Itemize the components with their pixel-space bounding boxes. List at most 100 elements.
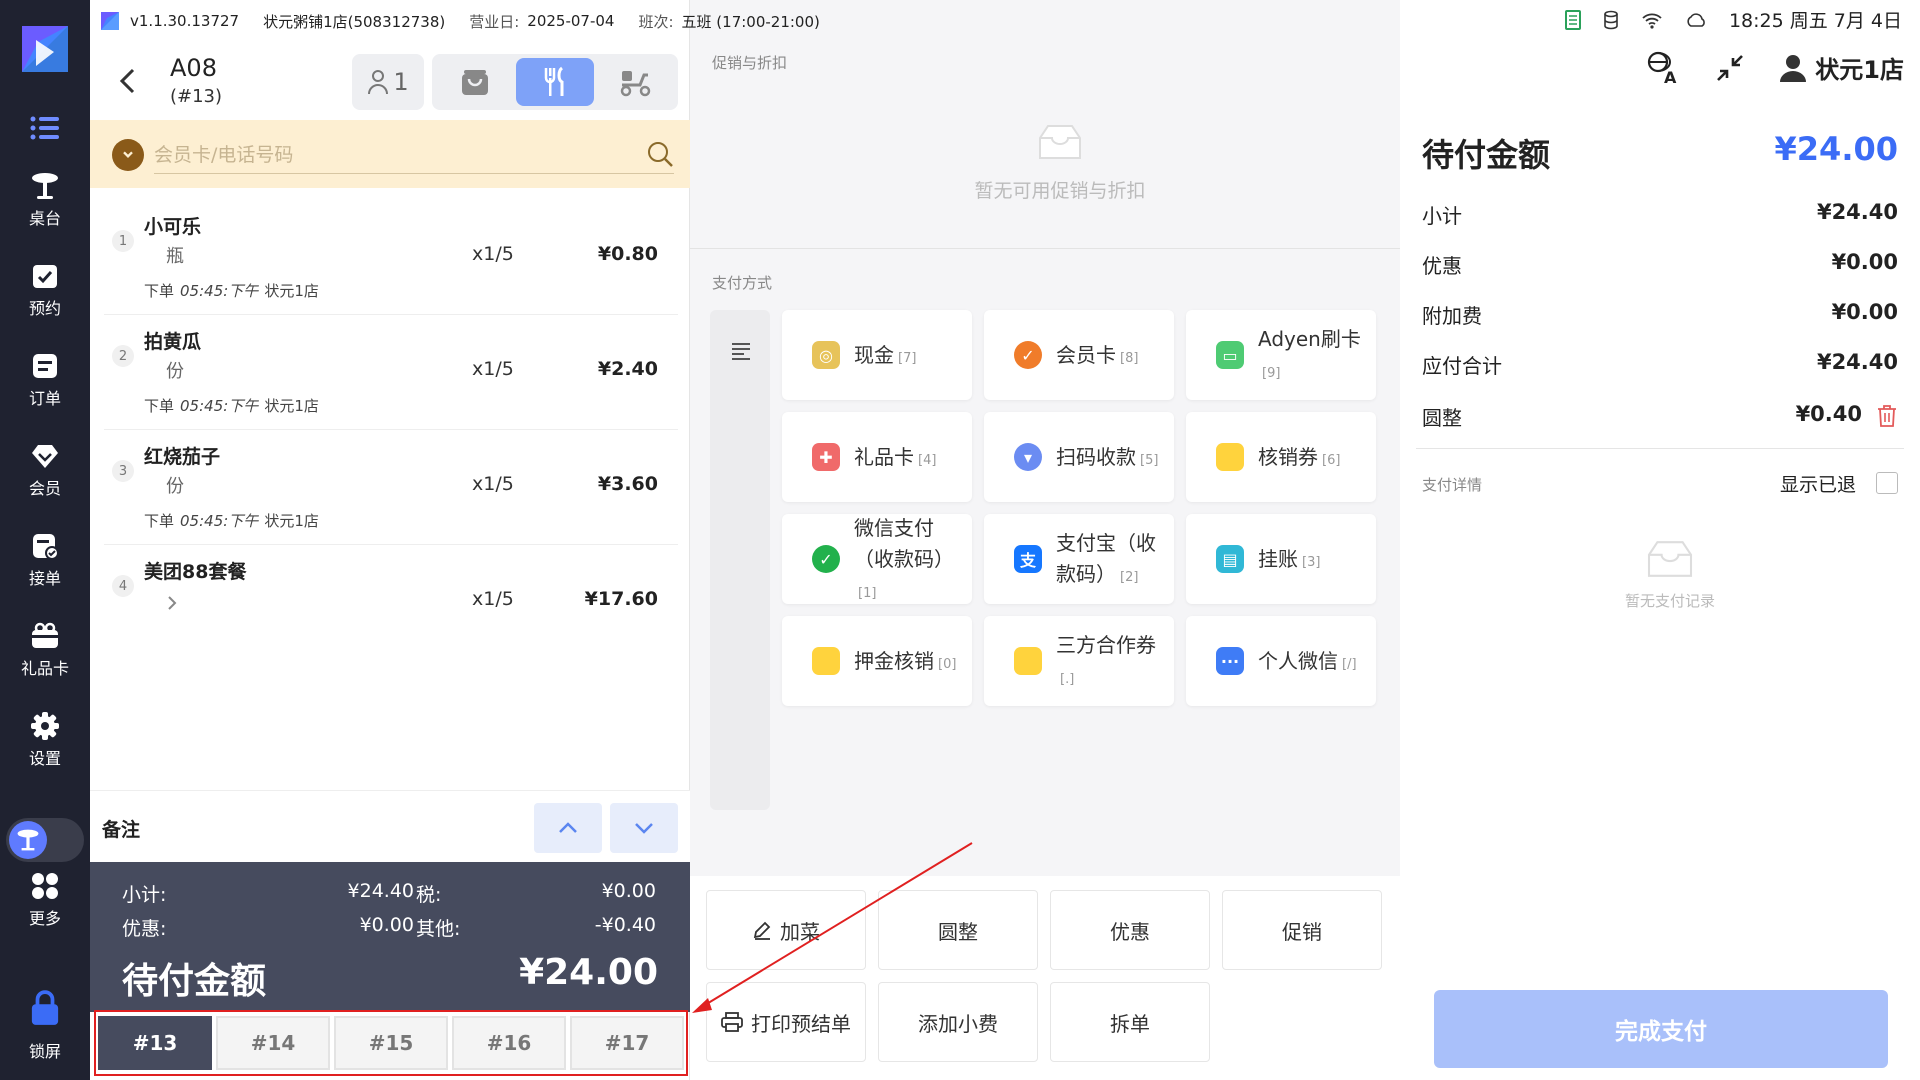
- order-item[interactable]: 1 小可乐 瓶 x1/5 ¥0.80 下单 05:45:下午 状元1店: [104, 200, 678, 315]
- item-quantity: x1/5: [472, 588, 514, 610]
- pay-credit-account-button[interactable]: ▤ 挂账 [3]: [1186, 514, 1376, 604]
- pay-voucher-button[interactable]: 核销券 [6]: [1186, 412, 1376, 502]
- sidebar-label: 设置: [28, 749, 61, 768]
- pay-scan-code-button[interactable]: ▾ 扫码收款 [5]: [984, 412, 1174, 502]
- check-tab-16[interactable]: #16: [452, 1016, 566, 1070]
- sidebar-label: 更多: [28, 909, 61, 928]
- status-bar: v1.1.30.13727 状元粥铺1店(508312738) 营业日: 202…: [90, 0, 1400, 42]
- table-name: A08: [170, 54, 217, 82]
- item-price: ¥0.80: [597, 243, 658, 265]
- mode-toggle[interactable]: [6, 818, 1426, 862]
- back-arrow-icon[interactable]: [116, 66, 140, 96]
- business-day-label: 营业日:: [469, 12, 520, 31]
- payment-details-header: 支付详情 显示已退: [1422, 472, 1898, 496]
- pay-adyen-card-button[interactable]: ▭ Adyen刷卡[9]: [1186, 310, 1376, 400]
- payment-summary-panel: 18:25 周五 7月 4日 A 状元1店 待付金额 ¥24.00 小计 ¥24.…: [1400, 0, 1920, 1080]
- member-badge-icon: [112, 139, 144, 171]
- sidebar-item-tables[interactable]: 桌台: [0, 160, 90, 240]
- sidebar-item-accept-orders[interactable]: 接单: [0, 520, 90, 600]
- discount-button[interactable]: 优惠: [1050, 890, 1210, 970]
- tax-label: 税:: [416, 884, 442, 906]
- add-dish-button[interactable]: 加菜: [706, 890, 866, 970]
- item-index: 4: [112, 575, 134, 597]
- pay-personal-wechat-button[interactable]: ··· 个人微信 [/]: [1186, 616, 1376, 706]
- check-tab-14[interactable]: #14: [216, 1016, 330, 1070]
- pay-deposit-button[interactable]: 押金核销 [0]: [782, 616, 972, 706]
- app-version: v1.1.30.13727: [130, 12, 240, 30]
- order-item[interactable]: 2 拍黄瓜 份 x1/5 ¥2.40 下单 05:45:下午 状元1店: [104, 315, 678, 430]
- add-tip-button[interactable]: 添加小费: [878, 982, 1038, 1062]
- collapse-icon[interactable]: [1715, 53, 1745, 83]
- check-tab-17[interactable]: #17: [570, 1016, 684, 1070]
- sidebar-item-orders[interactable]: 订单: [0, 340, 90, 420]
- member-search-input[interactable]: [154, 136, 674, 174]
- guests-button[interactable]: 1: [352, 54, 424, 110]
- scroll-up-button[interactable]: [534, 803, 602, 853]
- chevron-right-icon[interactable]: [162, 593, 182, 613]
- credit-card-icon: ▭: [1216, 341, 1244, 369]
- check-number: (#13): [170, 86, 223, 107]
- takeaway-mode-button[interactable]: [436, 58, 514, 106]
- order-item[interactable]: 3 红烧茄子 份 x1/5 ¥3.60 下单 05:45:下午 状元1店: [104, 430, 678, 545]
- sidebar-item-lock[interactable]: 锁屏: [0, 980, 90, 1070]
- chevron-down-icon: [635, 823, 653, 834]
- print-prebill-button[interactable]: 打印预结单: [706, 982, 866, 1062]
- member-icon: [30, 441, 60, 471]
- person-icon: [368, 70, 389, 95]
- pay-gift-card-button[interactable]: ✚ 礼品卡 [4]: [782, 412, 972, 502]
- grid-icon: [30, 871, 60, 901]
- scan-icon: ▾: [1014, 443, 1042, 471]
- trash-icon[interactable]: [1876, 404, 1898, 428]
- order-item-list: 1 小可乐 瓶 x1/5 ¥0.80 下单 05:45:下午 状元1店 2 拍黄瓜 …: [90, 200, 690, 660]
- search-icon[interactable]: [646, 140, 674, 168]
- gift-icon: ✚: [812, 443, 840, 471]
- complete-payment-button[interactable]: 完成支付: [1434, 990, 1888, 1068]
- payment-category-menu[interactable]: [710, 310, 770, 810]
- sidebar-item-more[interactable]: 更多: [0, 860, 90, 940]
- delivery-mode-button[interactable]: [596, 58, 674, 106]
- database-icon: [1604, 10, 1618, 29]
- sidebar-item-gift-cards[interactable]: 礼品卡: [0, 610, 90, 690]
- ledger-icon: ▤: [1216, 545, 1244, 573]
- shift: 五班 (17:00-21:00): [681, 12, 820, 31]
- dining-mode-group: [432, 54, 678, 110]
- item-unit: 瓶: [166, 246, 184, 267]
- discount-row: 优惠 ¥0.00: [1422, 250, 1898, 278]
- sidebar-item-reservation[interactable]: 预约: [0, 250, 90, 330]
- item-meta: 下单 05:45:下午 状元1店: [144, 397, 319, 415]
- no-payment-records-text: 暂无支付记录: [1624, 592, 1715, 610]
- promotion-button[interactable]: 促销: [1222, 890, 1382, 970]
- check-tab-13[interactable]: #13: [98, 1016, 212, 1070]
- bag-icon: [462, 70, 488, 95]
- pay-cash-button[interactable]: ◎ 现金 [7]: [782, 310, 972, 400]
- item-quantity: x1/5: [472, 473, 514, 495]
- item-quantity: x1/5: [472, 243, 514, 265]
- sidebar-item-members[interactable]: 会员: [0, 430, 90, 510]
- item-price: ¥2.40: [597, 358, 658, 380]
- member-card-icon: ✓: [1014, 341, 1042, 369]
- empty-box-icon: [1647, 541, 1693, 577]
- sidebar-item-settings[interactable]: 设置: [0, 700, 90, 780]
- check-tab-15[interactable]: #15: [334, 1016, 448, 1070]
- rounding-button[interactable]: 圆整: [878, 890, 1038, 970]
- subtotal-row: 小计 ¥24.40: [1422, 200, 1898, 228]
- order-item[interactable]: 4 美团88套餐 x1/5 ¥17.60: [104, 545, 678, 660]
- split-bill-button[interactable]: 拆单: [1050, 982, 1210, 1062]
- accept-order-icon: [30, 531, 60, 561]
- show-refunded-checkbox[interactable]: [1876, 472, 1898, 494]
- scroll-down-button[interactable]: [610, 803, 678, 853]
- user-icon: [1780, 54, 1807, 82]
- business-day: 2025-07-04: [527, 12, 615, 30]
- sim-icon: [1564, 9, 1581, 30]
- pay-third-party-voucher-button[interactable]: 三方合作券[.]: [984, 616, 1174, 706]
- pay-wechat-button[interactable]: ✓ 微信支付（收款码）[1]: [782, 514, 972, 604]
- item-name: 小可乐: [144, 216, 202, 238]
- pay-member-card-button[interactable]: ✓ 会员卡 [8]: [984, 310, 1174, 400]
- pay-alipay-button[interactable]: 支 支付宝（收款码） [2]: [984, 514, 1174, 604]
- tax-value: ¥0.00: [601, 880, 656, 902]
- dine-in-mode-button[interactable]: [516, 58, 594, 106]
- sidebar-item-menu[interactable]: [0, 88, 90, 168]
- user-menu[interactable]: 状元1店: [1779, 50, 1904, 85]
- item-index: 2: [112, 345, 134, 367]
- language-icon[interactable]: A: [1647, 51, 1681, 85]
